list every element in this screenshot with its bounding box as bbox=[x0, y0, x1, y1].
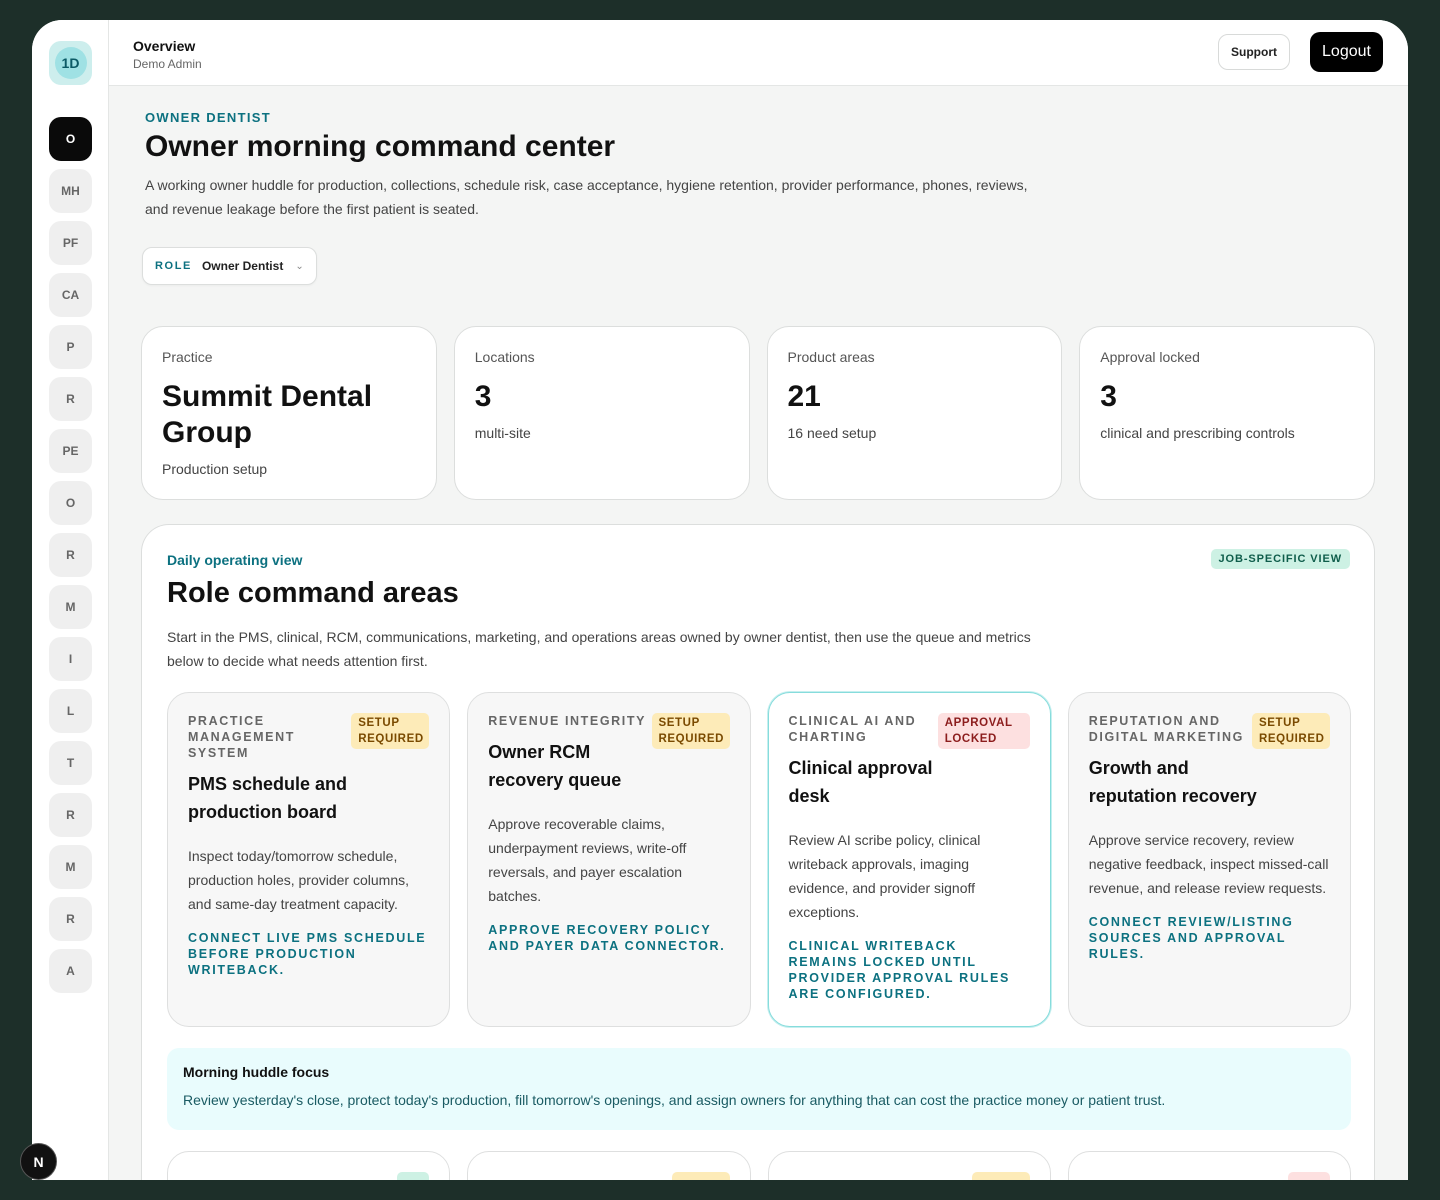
metric-card[interactable] bbox=[167, 1151, 451, 1180]
command-area-cards: Practice management system Setup require… bbox=[167, 692, 1351, 1027]
brand-initials: 1D bbox=[54, 47, 87, 79]
stat-card-approval-locked: Approval locked 3 clinical and prescribi… bbox=[1079, 326, 1375, 500]
card-area: Practice management system bbox=[188, 714, 295, 760]
summary-stats: Practice Summit Dental Group Production … bbox=[141, 326, 1375, 500]
dev-tools-icon[interactable]: N bbox=[20, 1143, 57, 1180]
main-content: OWNER DENTIST Owner morning command cent… bbox=[109, 86, 1408, 1180]
card-action-link[interactable]: Connect live PMS schedule before product… bbox=[188, 930, 429, 978]
stat-value: 3 bbox=[474, 380, 492, 413]
stat-value: 3 bbox=[1100, 380, 1117, 413]
metric-card[interactable] bbox=[467, 1151, 751, 1180]
sidebar-nav: O MH PF CA P R PE O R M I L T R M R A bbox=[49, 117, 92, 1001]
brand-logo[interactable]: 1D bbox=[49, 41, 92, 85]
huddle-focus-text: Review yesterday's close, protect today'… bbox=[183, 1092, 1166, 1108]
card-area: Revenue integrity bbox=[488, 714, 647, 728]
card-title: Growth and reputation recovery bbox=[1088, 758, 1257, 806]
role-selector-value: Owner Dentist bbox=[201, 259, 284, 273]
sidebar-item[interactable]: PF bbox=[49, 221, 92, 265]
panel-title: Role command areas bbox=[167, 577, 459, 609]
status-badge: Setup required bbox=[651, 713, 730, 749]
stat-note: multi-site bbox=[474, 425, 531, 441]
command-card-clinical[interactable]: Clinical AI and charting Approval locked… bbox=[767, 692, 1051, 1027]
card-title: PMS schedule and production board bbox=[188, 774, 348, 822]
role-selector-label: ROLE bbox=[155, 260, 192, 272]
status-badge: Setup required bbox=[351, 713, 430, 749]
panel-description: Start in the PMS, clinical, RCM, communi… bbox=[167, 629, 1031, 669]
stat-note: clinical and prescribing controls bbox=[1100, 425, 1295, 441]
stat-card-practice: Practice Summit Dental Group Production … bbox=[141, 326, 437, 500]
status-badge: Setup required bbox=[1252, 713, 1330, 749]
status-badge bbox=[1288, 1172, 1330, 1180]
sidebar-item[interactable]: M bbox=[49, 585, 92, 629]
stat-label: Product areas bbox=[787, 349, 875, 365]
status-badge bbox=[971, 1172, 1030, 1180]
sidebar-item-overview[interactable]: O bbox=[49, 117, 92, 161]
card-action-link[interactable]: Connect review/listing sources and appro… bbox=[1089, 914, 1330, 962]
sidebar-item[interactable]: I bbox=[49, 637, 92, 681]
stat-note: 16 need setup bbox=[787, 425, 877, 441]
sidebar-item[interactable]: MH bbox=[49, 169, 92, 213]
sidebar-item[interactable]: R bbox=[49, 793, 92, 837]
sidebar-item[interactable]: O bbox=[49, 481, 92, 525]
stat-card-locations: Locations 3 multi-site bbox=[453, 326, 750, 500]
view-badge: JOB-SPECIFIC VIEW bbox=[1210, 549, 1350, 569]
role-command-panel: Daily operating view JOB-SPECIFIC VIEW R… bbox=[141, 524, 1375, 1180]
status-badge bbox=[671, 1172, 730, 1180]
sidebar-item[interactable]: R bbox=[49, 533, 92, 577]
page-title: Overview bbox=[133, 38, 196, 54]
card-title: Clinical approval desk bbox=[788, 758, 933, 806]
status-badge bbox=[397, 1172, 430, 1180]
metric-cards-row bbox=[167, 1151, 1351, 1180]
sidebar: 1D O MH PF CA P R PE O R M I L T R M R A bbox=[32, 20, 109, 1180]
sidebar-item[interactable]: A bbox=[49, 949, 92, 993]
stat-label: Practice bbox=[162, 349, 213, 365]
stat-label: Locations bbox=[474, 349, 535, 365]
card-action-link[interactable]: Clinical writeback remains locked until … bbox=[789, 938, 1030, 1002]
hero-title: Owner morning command center bbox=[145, 130, 616, 163]
command-card-pms[interactable]: Practice management system Setup require… bbox=[167, 692, 451, 1027]
card-description: Approve recoverable claims, underpayment… bbox=[488, 816, 687, 904]
stat-value: Summit Dental Group bbox=[162, 380, 373, 449]
chevron-down-icon: ⌄ bbox=[295, 260, 304, 272]
card-action-link[interactable]: Approve recovery policy and payer data c… bbox=[488, 922, 729, 954]
sidebar-item[interactable]: L bbox=[49, 689, 92, 733]
hero-description: A working owner huddle for production, c… bbox=[145, 177, 1028, 217]
account-name: Demo Admin bbox=[133, 57, 202, 71]
metric-card[interactable] bbox=[767, 1151, 1051, 1180]
command-card-reputation[interactable]: Reputation and digital marketing Setup r… bbox=[1067, 692, 1351, 1027]
support-button[interactable]: Support bbox=[1218, 34, 1290, 70]
sidebar-item[interactable]: M bbox=[49, 845, 92, 889]
sidebar-item[interactable]: R bbox=[49, 377, 92, 421]
metric-card[interactable] bbox=[1067, 1151, 1351, 1180]
sidebar-item[interactable]: T bbox=[49, 741, 92, 785]
role-selector[interactable]: ROLE Owner Dentist ⌄ bbox=[142, 247, 317, 285]
top-bar: Overview Demo Admin Support Logout bbox=[109, 20, 1408, 86]
role-eyebrow: OWNER DENTIST bbox=[145, 110, 271, 125]
stat-label: Approval locked bbox=[1100, 349, 1200, 365]
card-description: Approve service recovery, review negativ… bbox=[1088, 832, 1329, 896]
status-badge: Approval locked bbox=[937, 713, 1030, 749]
logout-button[interactable]: Logout bbox=[1310, 32, 1383, 72]
card-description: Inspect today/tomorrow schedule, product… bbox=[188, 848, 410, 912]
stat-card-product-areas: Product areas 21 16 need setup bbox=[766, 326, 1063, 500]
huddle-focus-callout: Morning huddle focus Review yesterday's … bbox=[167, 1048, 1351, 1130]
command-card-revenue[interactable]: Revenue integrity Setup required Owner R… bbox=[467, 692, 751, 1027]
sidebar-item[interactable]: PE bbox=[49, 429, 92, 473]
stat-note: Production setup bbox=[162, 461, 268, 477]
app-window: 1D O MH PF CA P R PE O R M I L T R M R A… bbox=[32, 20, 1408, 1180]
sidebar-item[interactable]: P bbox=[49, 325, 92, 369]
card-title: Owner RCM recovery queue bbox=[488, 742, 622, 790]
sidebar-item[interactable]: CA bbox=[49, 273, 92, 317]
sidebar-item[interactable]: R bbox=[49, 897, 92, 941]
huddle-focus-title: Morning huddle focus bbox=[183, 1064, 330, 1080]
stat-value: 21 bbox=[787, 380, 821, 413]
card-area: Reputation and digital marketing bbox=[1088, 714, 1244, 744]
card-description: Review AI scribe policy, clinical writeb… bbox=[788, 832, 981, 920]
panel-eyebrow: Daily operating view bbox=[167, 552, 303, 568]
card-area: Clinical AI and charting bbox=[788, 714, 917, 744]
